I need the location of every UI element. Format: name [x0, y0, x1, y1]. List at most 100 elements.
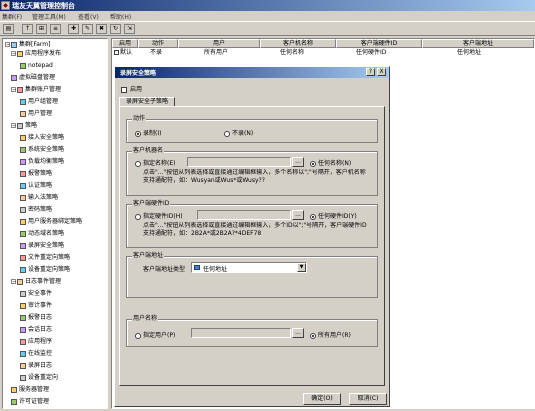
enable-checkbox[interactable]: [121, 86, 127, 93]
delete-icon[interactable]: ✖: [96, 24, 107, 34]
collapse-icon[interactable]: −: [11, 87, 16, 93]
any-name-radio[interactable]: [310, 160, 316, 167]
tree-item[interactable]: − 日志事件管理: [11, 278, 61, 286]
tree-item[interactable]: 应用程序: [20, 338, 52, 346]
hardware-id-input[interactable]: [197, 210, 291, 220]
refresh-icon[interactable]: ↻: [110, 24, 121, 34]
menu-tools[interactable]: 管理工具(M): [32, 12, 66, 21]
edit-icon[interactable]: ✎: [82, 24, 93, 34]
tree-item[interactable]: 文件重定向策略: [20, 254, 70, 262]
client-address-group-label: 客户端地址: [132, 252, 165, 260]
tree-node-icon: [20, 254, 26, 261]
specify-hardware-radio[interactable]: [135, 213, 141, 220]
tree-item[interactable]: notepad: [20, 62, 53, 70]
client-name-hint: 点击"..."按钮从列表选择或直接通过编辑框输入，多个名称以";"号隔开，客户机…: [143, 169, 366, 184]
any-hardware-option[interactable]: 任何硬件ID(Y): [310, 211, 357, 220]
tree-node-icon: [20, 218, 26, 225]
menu-cluster[interactable]: 集群(F): [2, 12, 22, 21]
menu-help[interactable]: 帮助(H): [110, 12, 131, 21]
tree-item[interactable]: 用户组管理: [20, 98, 58, 106]
export-icon[interactable]: ⇲: [124, 24, 135, 34]
col-enabled[interactable]: 启用: [112, 39, 138, 48]
tree-item[interactable]: − 集群账户管理: [11, 86, 61, 94]
tree-item[interactable]: 审计事件: [20, 302, 52, 310]
tree-item[interactable]: 用户管理: [20, 110, 52, 118]
list-icon[interactable]: ≡: [50, 24, 61, 34]
tree-item-label: 服务器管理: [19, 386, 50, 393]
tree-node-icon: [20, 158, 26, 165]
tree-item[interactable]: 设备重定向: [20, 374, 58, 382]
tree-item[interactable]: − 策略: [11, 122, 37, 130]
specify-name-option[interactable]: 指定名称(E): [135, 158, 175, 167]
help-button[interactable]: ?: [366, 68, 375, 76]
collapse-icon[interactable]: −: [11, 123, 16, 129]
all-users-option[interactable]: 所有用户(R): [310, 330, 351, 339]
tree-node-icon: [17, 86, 23, 93]
tree-item[interactable]: 报警日志: [20, 314, 52, 322]
row-enabled-checkbox[interactable]: [114, 50, 119, 55]
tree-item[interactable]: 虚拟磁盘管理: [11, 74, 55, 82]
any-hardware-radio[interactable]: [310, 213, 316, 220]
hardware-id-browse-button[interactable]: ...: [292, 210, 304, 220]
no-record-radio[interactable]: [224, 130, 230, 137]
tree-item[interactable]: 录屏安全策略: [20, 242, 64, 250]
tree-root[interactable]: − 集群[Farm]: [5, 41, 50, 49]
collapse-icon[interactable]: −: [5, 42, 10, 48]
any-name-option[interactable]: 任何名称(N): [310, 158, 351, 167]
tree-item[interactable]: 许可证管理: [11, 398, 49, 406]
tree-node-icon: [20, 146, 26, 153]
user-input[interactable]: [191, 328, 291, 338]
tree-item[interactable]: 密码策略: [20, 206, 52, 214]
col-address[interactable]: 客户端地址: [422, 39, 534, 48]
tree-item[interactable]: 服务器管理: [11, 386, 49, 394]
tree-node-icon: [20, 206, 26, 213]
tree-item[interactable]: 会话日志: [20, 326, 52, 334]
collapse-icon[interactable]: −: [11, 279, 16, 285]
col-action[interactable]: 动作: [138, 39, 178, 48]
tree-item[interactable]: 设备重定向策略: [20, 266, 70, 274]
tree-item[interactable]: 认证策略: [20, 182, 52, 190]
menu-bar: 集群(F) 管理工具(M) 查看(V) 帮助(H): [0, 11, 535, 21]
tree-item[interactable]: 接入安全策略: [20, 134, 64, 142]
new-icon[interactable]: ✚: [68, 24, 79, 34]
specify-hardware-option[interactable]: 指定硬件ID(H): [135, 211, 183, 220]
col-hardware-id[interactable]: 客户端硬件ID: [336, 39, 422, 48]
address-type-select[interactable]: 任何地址 ▼: [191, 262, 307, 273]
client-name-input[interactable]: [187, 157, 291, 167]
enable-row: 启用: [121, 84, 142, 93]
tree-item[interactable]: 报警策略: [20, 170, 52, 178]
up-icon[interactable]: ↑: [22, 24, 33, 34]
tree-item[interactable]: 动态域名策略: [20, 230, 64, 238]
cell-enabled: 默认: [120, 49, 133, 56]
tree-item[interactable]: 在线监控: [20, 350, 52, 358]
specify-user-option[interactable]: 指定用户(P): [135, 330, 175, 339]
col-client-name[interactable]: 客户机名称: [260, 39, 336, 48]
specify-user-radio[interactable]: [135, 332, 141, 339]
tree-item[interactable]: − 应用程序发布: [11, 50, 61, 58]
collapse-icon[interactable]: −: [11, 51, 16, 57]
client-name-browse-button[interactable]: ...: [292, 157, 304, 167]
tree-node-icon: [20, 134, 26, 141]
cancel-button[interactable]: 取消(C): [349, 393, 387, 405]
tree-icon[interactable]: ⊞: [36, 24, 47, 34]
tree-item[interactable]: 输入法策略: [20, 194, 58, 202]
tree-item[interactable]: 负载均衡策略: [20, 158, 64, 166]
tree-item[interactable]: 录屏日志: [20, 362, 52, 370]
close-button[interactable]: X: [377, 68, 386, 76]
col-user[interactable]: 用户: [178, 39, 260, 48]
tree-item[interactable]: 用户服务器绑定策略: [20, 218, 82, 226]
no-record-option[interactable]: 不录(N): [224, 128, 253, 137]
tree-item[interactable]: 系统安全策略: [20, 146, 64, 154]
chevron-down-icon[interactable]: ▼: [297, 263, 306, 272]
specify-name-radio[interactable]: [135, 160, 141, 167]
hardware-id-group: 客户端硬件ID 指定硬件ID(H) ... 任何硬件ID(Y) 点击"..."按…: [126, 200, 378, 248]
user-browse-button[interactable]: ...: [292, 328, 304, 338]
tree-item[interactable]: 安全事件: [20, 290, 52, 298]
menu-view[interactable]: 查看(V): [78, 12, 99, 21]
all-users-radio[interactable]: [310, 332, 316, 339]
record-radio[interactable]: [135, 130, 141, 137]
app-icon: ◆: [1, 1, 10, 10]
ok-button[interactable]: 确定(O): [303, 393, 341, 405]
record-option[interactable]: 录制(I): [135, 128, 161, 137]
properties-icon[interactable]: ▤: [3, 24, 14, 34]
